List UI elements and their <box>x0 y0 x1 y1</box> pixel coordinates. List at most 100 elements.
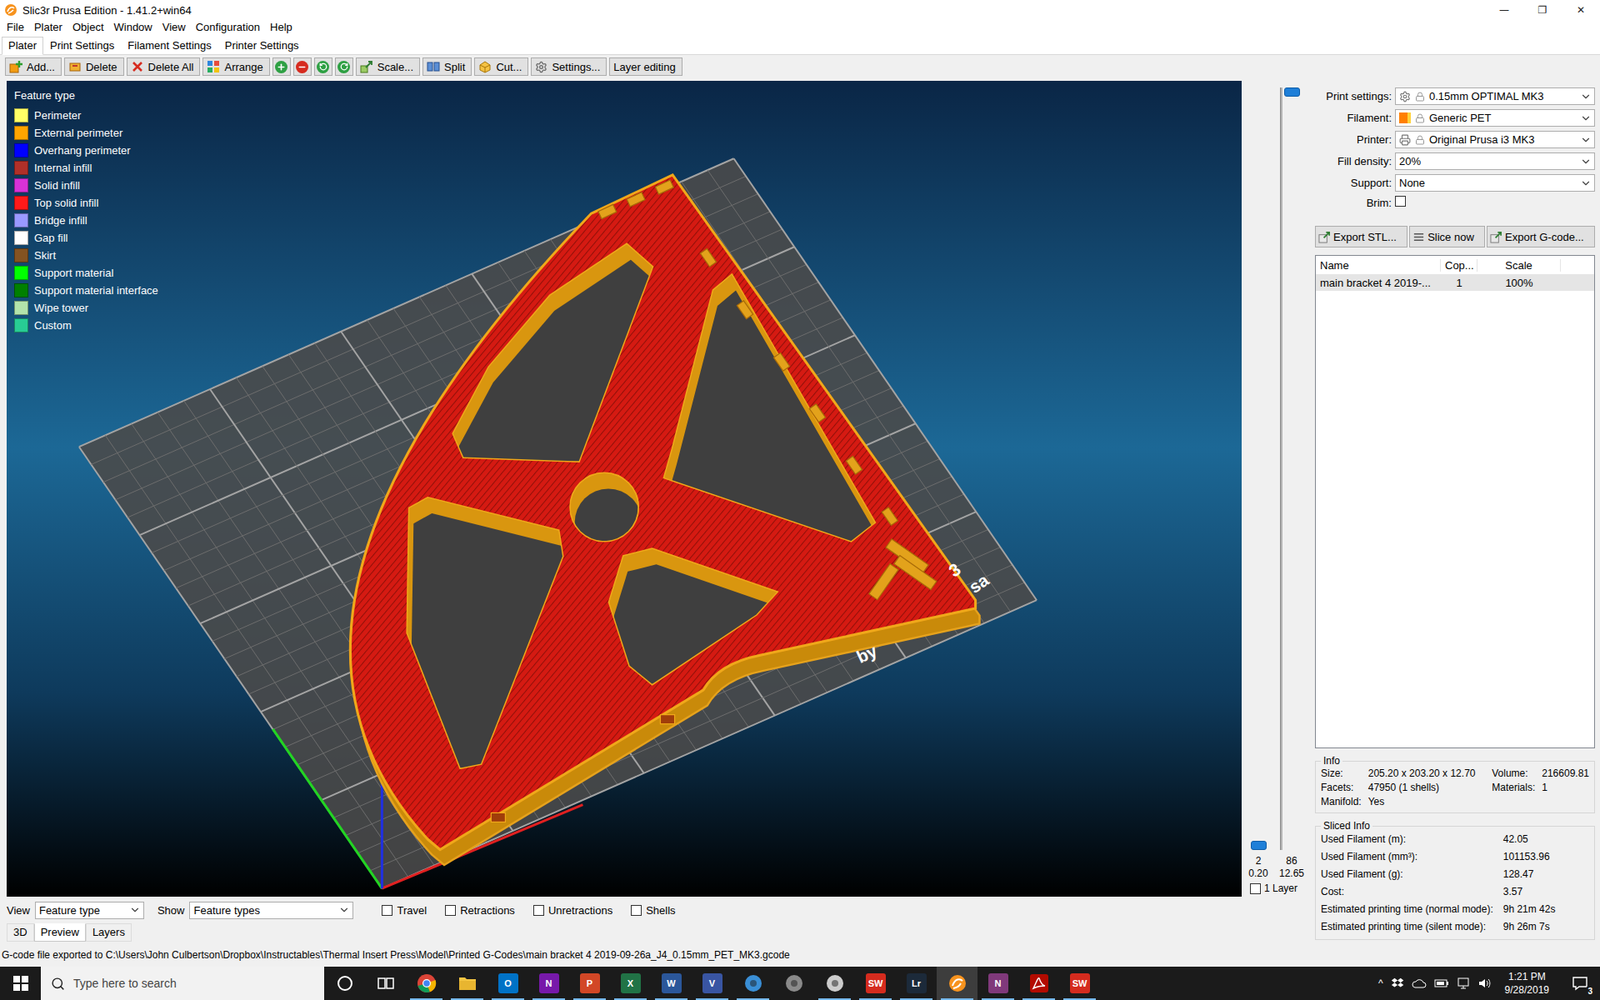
checkbox[interactable] <box>381 905 393 916</box>
taskbar-app[interactable]: SW <box>1059 966 1100 1000</box>
lower-layer-handle[interactable] <box>1250 840 1267 850</box>
main-tab[interactable]: Filament Settings <box>120 36 218 55</box>
sliced-part[interactable] <box>305 152 1020 869</box>
checkbox[interactable] <box>630 905 642 916</box>
show-select[interactable]: Feature types <box>189 901 354 920</box>
main-tab[interactable]: Plater <box>1 36 44 55</box>
info-label: Manifold: <box>1320 795 1362 808</box>
toolbar-button[interactable]: Add... <box>5 57 62 76</box>
view-tab[interactable]: Preview <box>34 923 86 942</box>
volume-icon <box>1477 976 1491 990</box>
taskbar-app[interactable] <box>405 966 447 1000</box>
taskbar-app[interactable]: N <box>528 966 570 1000</box>
taskbar-app[interactable] <box>936 966 978 1000</box>
checkbox[interactable] <box>1250 883 1261 895</box>
window-control-button[interactable]: — <box>1485 0 1524 20</box>
toolbar-button[interactable]: Delete <box>64 57 125 76</box>
preview-canvas[interactable]: 3sabyFeature typePerimeterExternal perim… <box>6 80 1242 897</box>
toolbar-button[interactable]: Split <box>422 57 472 76</box>
toolbar-button[interactable]: Cut... <box>474 57 529 76</box>
action-center-button[interactable]: 3 <box>1563 966 1597 1000</box>
menu-item[interactable]: Object <box>67 20 110 35</box>
brim-checkbox[interactable] <box>1395 195 1406 207</box>
toolbar-button[interactable]: Arrange <box>202 57 270 76</box>
taskbar-app[interactable]: X <box>610 966 651 1000</box>
preset-select[interactable]: Original Prusa i3 MK3 <box>1395 130 1595 149</box>
view-tab[interactable]: 3D <box>6 923 35 942</box>
action-button[interactable]: Slice now <box>1409 225 1485 248</box>
3d-preview-canvas[interactable]: 3saby <box>6 80 1242 897</box>
preset-select[interactable]: Generic PET <box>1395 109 1595 127</box>
view-tab[interactable]: Layers <box>85 923 132 942</box>
menu-item[interactable]: File <box>1 20 30 35</box>
dropbox-icon <box>1390 976 1405 990</box>
view-option-checkbox[interactable]: Unretractions <box>533 904 613 917</box>
action-button[interactable]: Export G-code... <box>1486 225 1595 248</box>
legend-label: Internal infill <box>34 161 92 175</box>
toolbar-button[interactable]: Scale... <box>355 57 420 76</box>
setting-combo[interactable]: None <box>1395 174 1595 192</box>
legend-title: Feature type <box>14 89 159 103</box>
one-layer-checkbox[interactable]: 1 Layer <box>1250 882 1311 895</box>
view-option-checkbox[interactable]: Shells <box>630 904 675 917</box>
taskbar-clock[interactable]: 1:21 PM9/28/2019 <box>1498 970 1556 997</box>
group-title: Info <box>1320 755 1343 767</box>
toolbar-button[interactable]: Delete All <box>126 57 201 76</box>
start-button[interactable] <box>0 966 41 1000</box>
view-option-checkbox[interactable]: Travel <box>381 904 427 917</box>
column-header[interactable]: Cop... <box>1440 259 1478 272</box>
checkbox[interactable] <box>533 905 545 916</box>
menu-item[interactable]: Plater <box>29 20 68 35</box>
taskbar-app[interactable] <box>324 966 365 1000</box>
main-tab[interactable]: Printer Settings <box>218 36 306 55</box>
taskbar-app[interactable]: SW <box>855 966 896 1000</box>
column-header[interactable]: Name <box>1315 259 1441 272</box>
system-preset-lock-icon <box>1415 135 1425 145</box>
taskbar-app[interactable] <box>814 966 855 1000</box>
toolbar-icon-button[interactable] <box>272 57 291 76</box>
system-preset-lock-icon <box>1415 113 1425 124</box>
taskbar-app[interactable] <box>773 966 815 1000</box>
toolbar-button[interactable]: Layer editing <box>609 57 682 76</box>
view-select[interactable]: Feature type <box>35 901 145 920</box>
action-button[interactable]: Export STL... <box>1315 225 1408 248</box>
legend-swatch <box>14 108 29 123</box>
toolbar-icon-button[interactable] <box>335 57 354 76</box>
taskbar-app[interactable] <box>1018 966 1060 1000</box>
taskbar-app[interactable] <box>732 966 774 1000</box>
window-control-button[interactable]: ❐ <box>1523 0 1562 20</box>
preset-select[interactable]: 0.15mm OPTIMAL MK3 <box>1395 87 1595 105</box>
taskbar-app[interactable]: N <box>977 966 1019 1000</box>
main-tab[interactable]: Print Settings <box>43 36 121 55</box>
taskbar-app[interactable] <box>365 966 406 1000</box>
menu-item[interactable]: Help <box>265 20 298 35</box>
object-list[interactable]: NameCop...Scale main bracket 4 2019-...11… <box>1315 255 1595 749</box>
upper-layer-handle[interactable] <box>1284 87 1300 97</box>
setting-combo[interactable]: 20% <box>1395 152 1595 170</box>
taskbar-app[interactable] <box>446 966 488 1000</box>
window-control-button[interactable]: ✕ <box>1561 0 1600 20</box>
toolbar-icon-button[interactable] <box>314 57 333 76</box>
layer-slider-track[interactable] <box>1241 87 1311 850</box>
menu-item[interactable]: Configuration <box>190 20 265 35</box>
view-option-checkbox[interactable]: Retractions <box>445 904 515 917</box>
part-slot <box>736 300 753 320</box>
taskbar-app[interactable]: V <box>691 966 733 1000</box>
taskbar-app[interactable]: O <box>487 966 529 1000</box>
view-bar: ViewFeature typeShowFeature typesTravelR… <box>6 898 1312 922</box>
taskbar-app[interactable]: P <box>569 966 610 1000</box>
running-indicator <box>614 998 647 1000</box>
menu-bar: FilePlaterObjectWindowViewConfigurationH… <box>0 20 1600 35</box>
menu-item[interactable]: Window <box>109 20 158 35</box>
column-header[interactable]: Scale <box>1477 259 1561 272</box>
taskbar-search[interactable]: Type here to search <box>40 966 325 1000</box>
toolbar-icon-button[interactable] <box>293 57 312 76</box>
taskbar-app[interactable]: W <box>650 966 692 1000</box>
toolbar-button[interactable]: Settings... <box>530 57 607 76</box>
running-indicator <box>450 998 484 1000</box>
taskbar-app[interactable]: Lr <box>895 966 937 1000</box>
object-row[interactable]: main bracket 4 2019-...1100% <box>1315 275 1595 291</box>
tray-expand[interactable]: ^ <box>1378 977 1384 990</box>
menu-item[interactable]: View <box>157 20 191 35</box>
checkbox[interactable] <box>445 905 456 916</box>
